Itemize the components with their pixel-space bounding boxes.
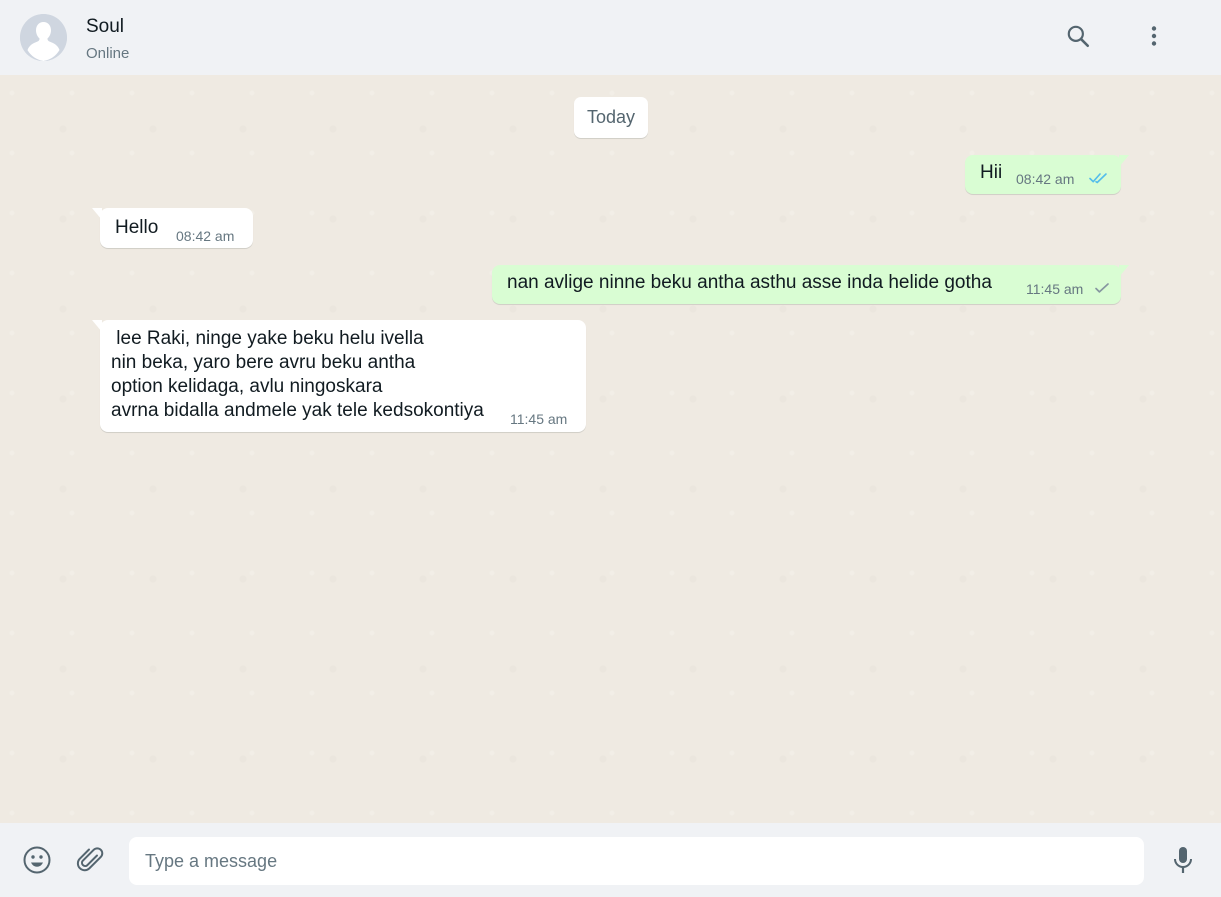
bubble-tail [1119,155,1129,167]
bubble-tail [1119,265,1129,277]
message-outgoing[interactable]: Hii 08:42 am [965,155,1129,194]
double-check-icon [1089,173,1107,184]
message-text: Hello [115,217,159,238]
attach-icon [76,847,104,872]
message-text: nan avlige ninne beku antha asthu asse i… [507,272,992,293]
menu-button[interactable] [1136,18,1172,54]
message-incoming[interactable]: lee Raki, ninge yake beku helu ivella ni… [92,320,586,432]
message-list[interactable]: Today Hii 08:42 am Hello 08:42 am nan av… [0,75,1221,823]
message-text: lee Raki, ninge yake beku helu ivella ni… [111,328,484,421]
mic-icon [1174,847,1192,873]
contact-name[interactable]: Soul [86,16,124,38]
contact-status: Online [86,45,130,62]
message-outgoing[interactable]: nan avlige ninne beku antha asthu asse i… [492,265,1129,304]
emoji-button[interactable] [21,844,53,876]
chat-header: Soul Online [0,0,1221,75]
menu-icon [1151,26,1157,46]
message-time: 11:45 am [1026,281,1084,297]
message-time: 08:42 am [1016,171,1075,187]
search-icon [1067,25,1090,48]
attach-button[interactable] [74,844,106,876]
search-button[interactable] [1060,18,1096,54]
message-input[interactable] [129,837,1144,885]
avatar-icon [20,14,67,61]
bubble-tail [92,320,102,332]
chat-window: Soul Online Today Hii 08:42 am Hello 08:… [0,0,1221,897]
emoji-icon [23,846,51,874]
check-icon [1095,283,1109,293]
voice-message-button[interactable] [1167,844,1199,876]
composer [0,823,1221,897]
bubble-tail [92,208,102,220]
message-time: 08:42 am [176,228,235,244]
avatar[interactable] [20,14,67,61]
date-divider: Today [574,97,648,138]
message-time: 11:45 am [510,411,568,427]
message-incoming[interactable]: Hello 08:42 am [92,208,253,248]
message-text: Hii [980,162,1003,183]
